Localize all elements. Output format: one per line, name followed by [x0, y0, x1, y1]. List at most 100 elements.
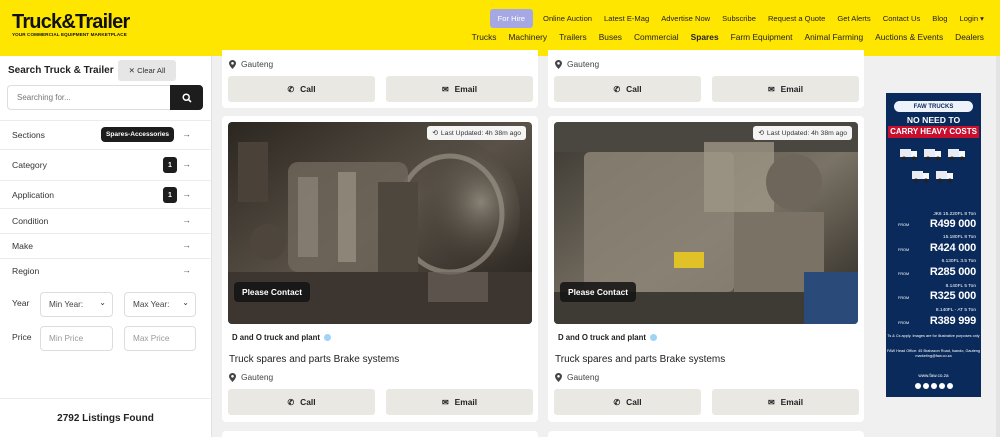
- card-location: Gauteng: [229, 372, 273, 382]
- listings-count: 2792 Listings Found: [0, 398, 211, 437]
- top-link-subscribe[interactable]: Subscribe: [716, 14, 762, 23]
- arrow-right-icon: →: [182, 215, 191, 225]
- max-year-select[interactable]: Max Year: ⌄: [124, 292, 196, 317]
- year-label: Year: [12, 298, 30, 308]
- listing-card[interactable]: ⟲ Last Updated: 4h 38m ago Please Contact…: [548, 116, 864, 422]
- price-label: Price: [12, 332, 32, 342]
- clock-icon: ⟲: [758, 130, 764, 137]
- nav-dealers[interactable]: Dealers: [949, 32, 990, 42]
- card-location-text: Gauteng: [241, 372, 274, 382]
- page-scrollbar[interactable]: [996, 56, 1000, 437]
- dealer-name[interactable]: D and O truck and plant: [558, 333, 657, 342]
- map-pin-icon: [229, 372, 236, 382]
- main-nav: Trucks Machinery Trailers Buses Commerci…: [466, 32, 990, 42]
- email-button[interactable]: ✉ Email: [386, 76, 533, 102]
- top-links: For Hire Online Auction Latest E-Mag Adv…: [489, 9, 990, 28]
- min-price-input[interactable]: Min Price: [40, 326, 113, 351]
- email-label: Email: [454, 84, 478, 94]
- instagram-icon: [922, 383, 929, 389]
- dealer-name[interactable]: D and O truck and plant: [232, 333, 331, 342]
- email-button[interactable]: ✉ Email: [712, 389, 859, 415]
- filter-make[interactable]: Make →: [0, 233, 211, 258]
- facebook-icon: [914, 383, 921, 389]
- search-button[interactable]: [170, 85, 203, 110]
- call-button[interactable]: ✆ Call: [228, 76, 375, 102]
- nav-machinery[interactable]: Machinery: [502, 32, 553, 42]
- last-updated-badge: ⟲ Last Updated: 4h 38m ago: [753, 126, 852, 140]
- search-input[interactable]: [7, 85, 170, 110]
- listing-card[interactable]: Gauteng ✆ Call ✉ Email: [222, 50, 538, 108]
- top-link-contact-us[interactable]: Contact Us: [877, 14, 927, 23]
- dealer-name-text: D and O truck and plant: [232, 333, 320, 342]
- logo-text: Truck&Trailer: [12, 11, 130, 33]
- nav-buses[interactable]: Buses: [593, 32, 628, 42]
- call-button[interactable]: ✆ Call: [228, 389, 375, 415]
- last-updated-text: Last Updated: 4h 38m ago: [766, 129, 847, 137]
- card-location-text: Gauteng: [567, 59, 600, 69]
- email-button[interactable]: ✉ Email: [386, 389, 533, 415]
- phone-icon: ✆: [287, 84, 295, 94]
- filter-region-label: Region: [12, 266, 40, 276]
- arrow-right-icon: →: [182, 265, 191, 275]
- filter-condition[interactable]: Condition →: [0, 208, 211, 233]
- call-label: Call: [300, 84, 316, 94]
- faw-trucks-ad[interactable]: FAW TRUCKS NO NEED TO CARRY HEAVY COSTS …: [886, 93, 981, 397]
- dealer-name-text: D and O truck and plant: [558, 333, 646, 342]
- ad-offer-price: R499 000: [929, 218, 976, 230]
- ad-website: www.faw.co.za: [918, 373, 949, 378]
- listing-title[interactable]: Truck spares and parts Brake systems: [229, 354, 399, 365]
- nav-trailers[interactable]: Trailers: [553, 32, 593, 42]
- listing-card[interactable]: [222, 431, 538, 437]
- listing-card[interactable]: [548, 431, 864, 437]
- listing-photo[interactable]: ⟲ Last Updated: 4h 38m ago Please Contact: [228, 122, 532, 324]
- filter-category-label: Category: [12, 160, 47, 170]
- nav-commercial[interactable]: Commercial: [628, 32, 685, 42]
- sidebar-title: Search Truck & Trailer: [8, 65, 114, 76]
- card-location: Gauteng: [555, 372, 599, 382]
- call-button[interactable]: ✆ Call: [554, 76, 701, 102]
- listing-photo[interactable]: ⟲ Last Updated: 4h 38m ago Please Contact: [554, 122, 858, 324]
- price-please-contact: Please Contact: [234, 282, 311, 302]
- top-link-blog[interactable]: Blog: [926, 14, 953, 23]
- ad-offer-price: R389 999: [929, 315, 976, 327]
- nav-auctions-events[interactable]: Auctions & Events: [869, 32, 949, 42]
- filter-category[interactable]: Category 1 →: [0, 149, 211, 180]
- min-year-select[interactable]: Min Year: ⌄: [40, 292, 113, 317]
- clock-icon: ⟲: [432, 130, 438, 137]
- filter-application[interactable]: Application 1 →: [0, 180, 211, 208]
- max-price-input[interactable]: Max Price: [124, 326, 196, 351]
- top-link-request-quote[interactable]: Request a Quote: [762, 14, 831, 23]
- call-button[interactable]: ✆ Call: [554, 389, 701, 415]
- envelope-icon: ✉: [767, 397, 775, 407]
- filter-sections[interactable]: Sections Spares-Accessories →: [0, 120, 211, 149]
- ad-offer-model: JK6 15.220FL 8 Ton: [933, 212, 976, 217]
- ad-offer-price: R325 000: [929, 290, 976, 302]
- ad-offer-model: 8.140FL - AT 5 Ton: [935, 308, 976, 313]
- top-link-advertise-now[interactable]: Advertise Now: [655, 14, 716, 23]
- login-dropdown[interactable]: Login ▾: [953, 14, 990, 23]
- clear-all-button[interactable]: ✕ Clear All: [118, 60, 176, 81]
- nav-farm-equipment[interactable]: Farm Equipment: [725, 32, 799, 42]
- nav-animal-farming[interactable]: Animal Farming: [799, 32, 870, 42]
- max-year-value: Max Year:: [133, 300, 170, 309]
- ad-offer-model: 8.140FL 5 Ton: [945, 284, 976, 289]
- email-button[interactable]: ✉ Email: [712, 76, 859, 102]
- site-logo[interactable]: Truck&Trailer YOUR COMMERCIAL EQUIPMENT …: [12, 12, 132, 42]
- envelope-icon: ✉: [767, 84, 775, 94]
- top-link-online-auction[interactable]: Online Auction: [537, 14, 598, 23]
- nav-spares[interactable]: Spares: [685, 32, 725, 42]
- nav-trucks[interactable]: Trucks: [466, 32, 503, 42]
- for-hire-button[interactable]: For Hire: [489, 9, 534, 28]
- call-label: Call: [626, 84, 642, 94]
- listing-card[interactable]: Gauteng ✆ Call ✉ Email: [548, 50, 864, 108]
- ad-offer-price: R424 000: [929, 242, 976, 254]
- ad-headline-banner: CARRY HEAVY COSTS: [888, 126, 979, 138]
- linkedin-icon: [946, 383, 953, 389]
- filter-region[interactable]: Region →: [0, 258, 211, 284]
- top-link-latest-emag[interactable]: Latest E-Mag: [598, 14, 655, 23]
- listing-title[interactable]: Truck spares and parts Brake systems: [555, 354, 725, 365]
- sections-selected-pill[interactable]: Spares-Accessories: [101, 127, 175, 142]
- listing-card[interactable]: ⟲ Last Updated: 4h 38m ago Please Contact…: [222, 116, 538, 422]
- top-link-get-alerts[interactable]: Get Alerts: [831, 14, 876, 23]
- envelope-icon: ✉: [441, 397, 449, 407]
